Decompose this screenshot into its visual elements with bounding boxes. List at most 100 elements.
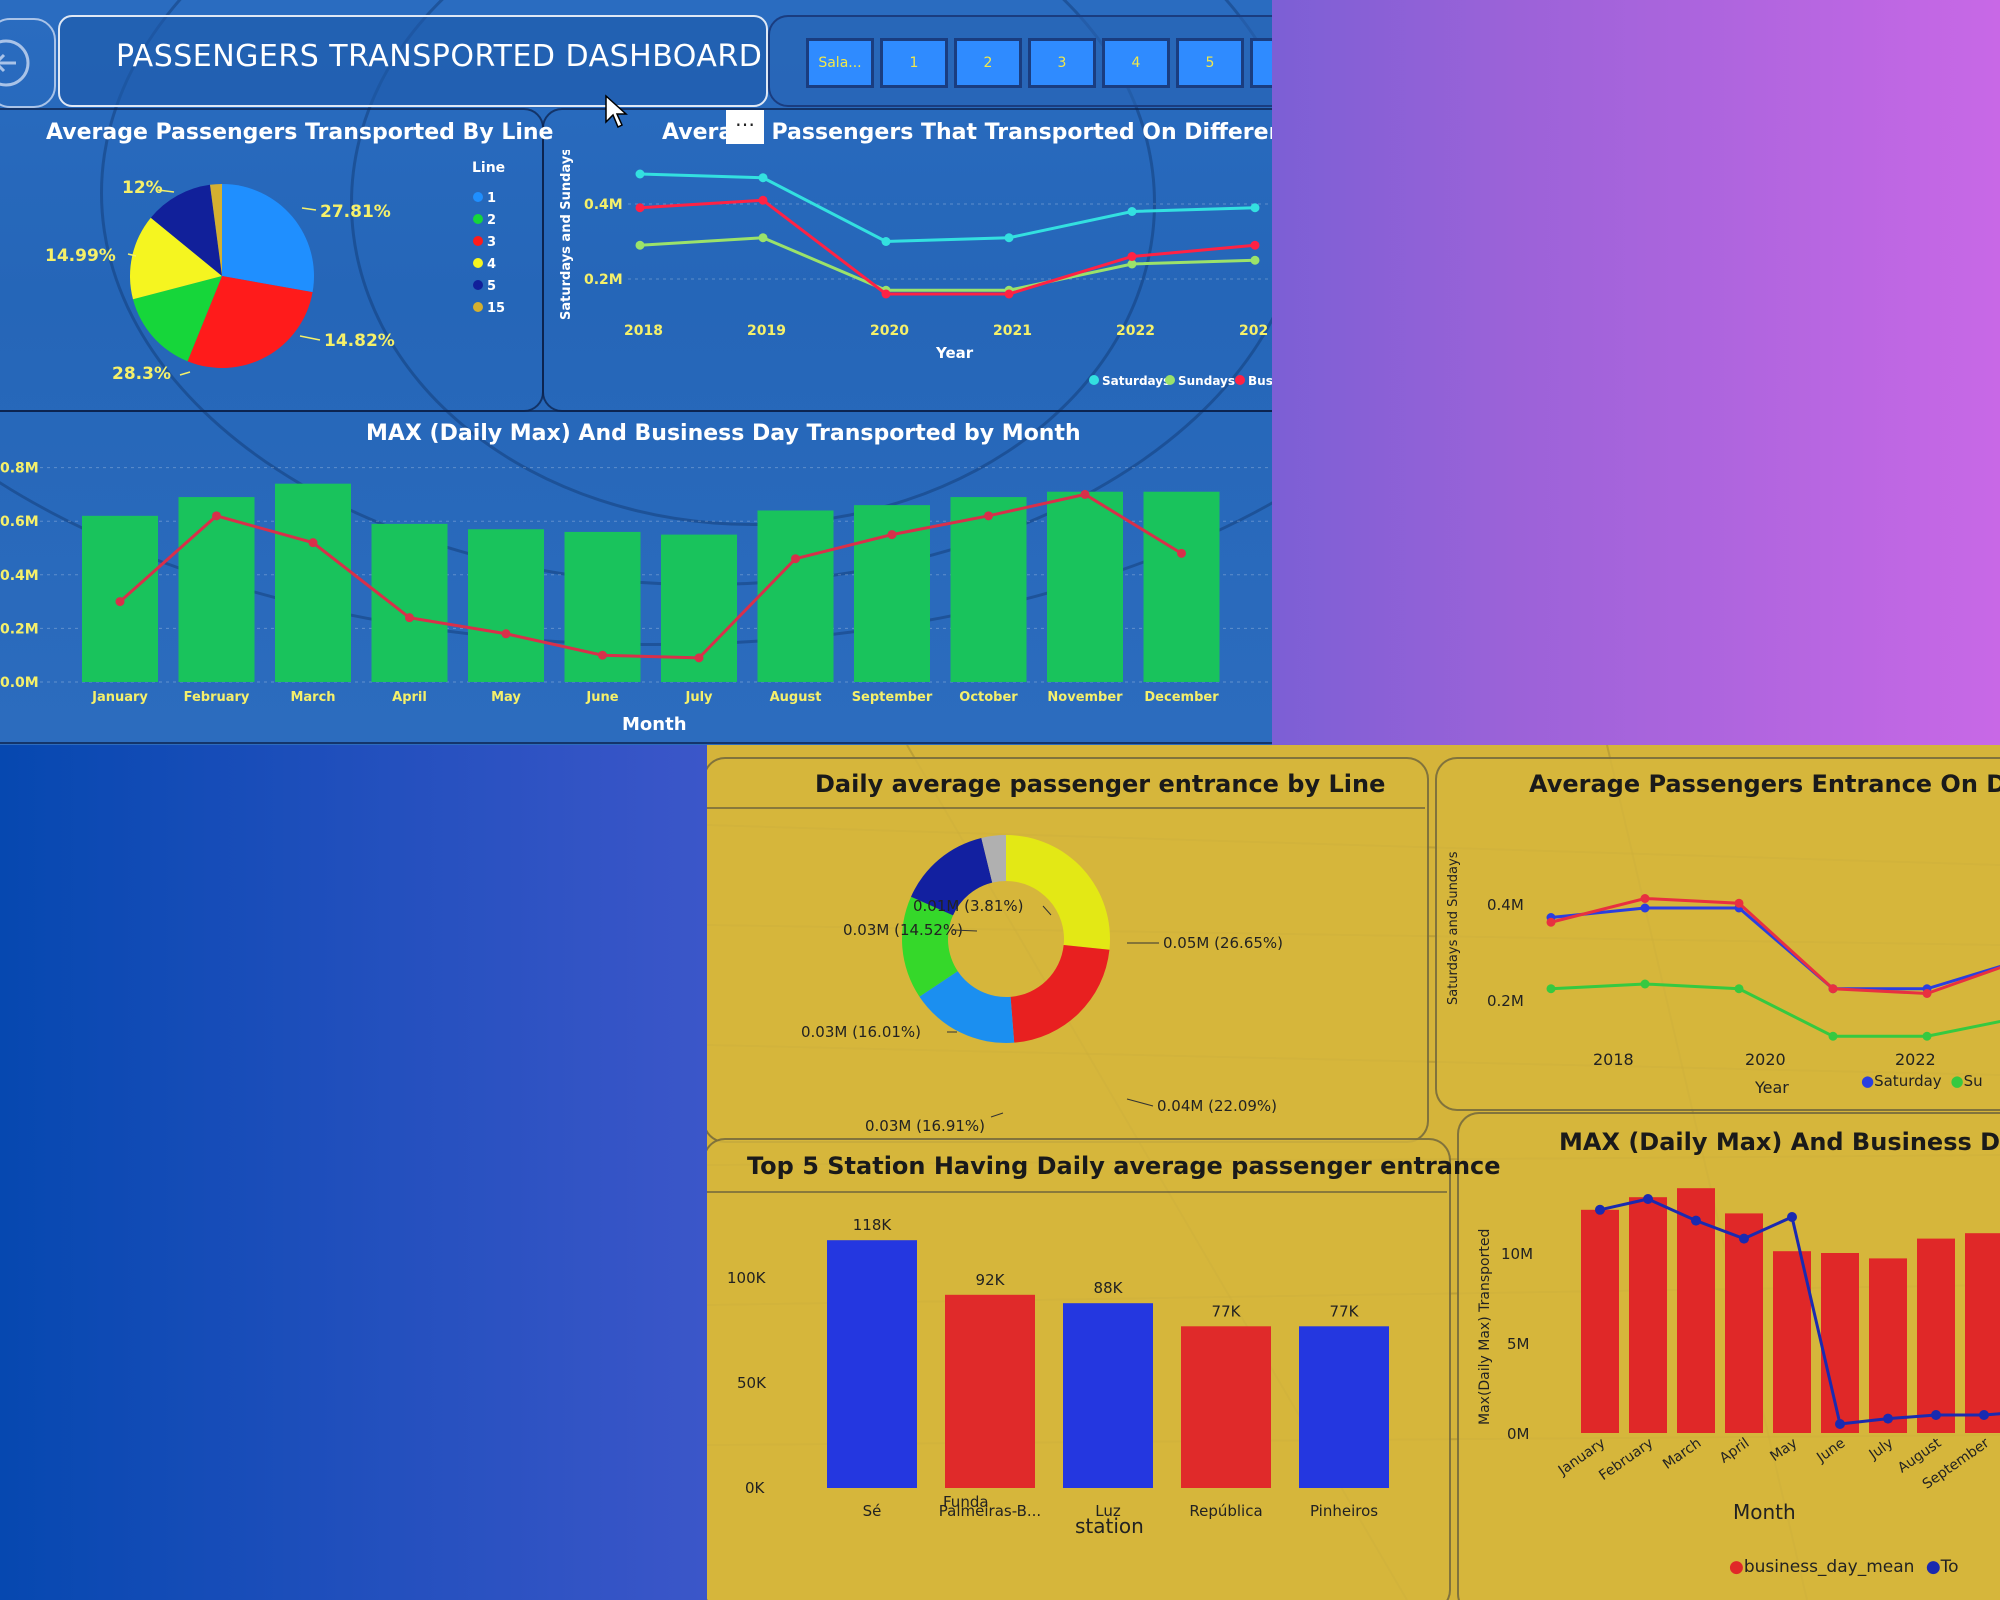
max-entrance-title: MAX (Daily Max) And Business Day Ent bbox=[1559, 1128, 2000, 1156]
pie-label-line3: 28.3% bbox=[112, 364, 171, 384]
pie-legend-marker bbox=[473, 214, 483, 224]
donut-label-3: 0.03M (16.01%) bbox=[801, 1023, 921, 1041]
month-bar-chart: 0.8M 0.6M 0.4M 0.2M 0.0M January February Marc… bbox=[0, 461, 1272, 735]
donut-title: Daily average passenger entrance by Line bbox=[815, 770, 1386, 798]
month-xtick: January bbox=[91, 690, 148, 705]
entrance-years-chart: Saturdays and Sundays 0.4M 0.2M 2018 202… bbox=[1446, 851, 2000, 1097]
max-xtick: February bbox=[1596, 1435, 1656, 1484]
series-line-saturdays bbox=[639, 172, 1256, 244]
max-xticks: JanuaryFebruary March April May June JulyAugu… bbox=[1555, 1435, 1993, 1493]
month-line-point bbox=[212, 511, 221, 521]
years-xticks: 2018 2019 2020 2021 2022 202 bbox=[624, 323, 1268, 339]
years-ytick-1: 0.2M bbox=[584, 272, 623, 288]
max-line-point bbox=[1931, 1410, 1941, 1420]
month-chart-title: MAX (Daily Max) And Business Day Transpo… bbox=[366, 421, 1081, 446]
month-line-point bbox=[501, 629, 511, 639]
top5-ytick-0: 100K bbox=[727, 1269, 767, 1287]
pie-label-line4: 14.99% bbox=[45, 246, 116, 266]
nav-button-sala[interactable]: Sala... bbox=[806, 38, 874, 88]
series-point-bus bbox=[881, 289, 891, 299]
month-bar-august bbox=[757, 510, 834, 682]
entrance-series-point bbox=[1922, 989, 1932, 998]
donut-slice-line-3 bbox=[1010, 945, 1110, 1043]
max-entrance-chart: Max(Daily Max) Transported 10M 5M 0M Jan… bbox=[1477, 1188, 2000, 1524]
back-arrow-icon[interactable] bbox=[0, 18, 56, 108]
series-point-bus bbox=[1250, 240, 1260, 250]
month-line-point bbox=[694, 653, 704, 663]
top5-xtick: Sé bbox=[863, 1502, 882, 1520]
top5-xlabel: station bbox=[1075, 1514, 1144, 1538]
pie-title: Average Passengers Transported By Line bbox=[46, 120, 554, 145]
series-point-bus bbox=[1004, 289, 1014, 299]
max-line-point bbox=[1787, 1212, 1797, 1222]
series-point-bus bbox=[758, 195, 768, 205]
nav-button-2[interactable]: 2 bbox=[954, 38, 1022, 88]
max-entrance-legend: ●business_day_mean ●To bbox=[1729, 1557, 1959, 1577]
pie-chart: 27.81% 14.82% 28.3% 14.99% 12% Line 1 2 3 4… bbox=[45, 160, 505, 384]
pie-legend: 1 2 3 4 5 15 bbox=[473, 191, 505, 316]
entrance-xtick-0: 2018 bbox=[1593, 1050, 1634, 1069]
month-xtick: June bbox=[585, 690, 618, 705]
max-bar bbox=[1917, 1238, 1955, 1433]
month-line-point bbox=[115, 597, 125, 607]
pie-label-line5: 12% bbox=[122, 178, 163, 198]
month-xtick: May bbox=[491, 690, 521, 705]
entrance-xlabel: Year bbox=[1754, 1078, 1789, 1097]
max-entrance-ylabel: Max(Daily Max) Transported bbox=[1477, 1229, 1493, 1425]
month-xtick: February bbox=[184, 690, 250, 705]
more-options-icon[interactable]: … bbox=[726, 109, 764, 144]
top5-bar-3 bbox=[1181, 1326, 1271, 1488]
max-line-point bbox=[1595, 1204, 1605, 1215]
month-ytick: 0.4M bbox=[0, 568, 39, 584]
legend-sundays-marker bbox=[1165, 375, 1175, 385]
nav-button-1[interactable]: 1 bbox=[880, 38, 948, 88]
entrance-series-line bbox=[1550, 896, 2000, 996]
nav-button-5[interactable]: 5 bbox=[1176, 38, 1244, 88]
series-point-sundays bbox=[635, 240, 645, 250]
month-line-point bbox=[308, 538, 318, 548]
month-ytick: 0.2M bbox=[0, 621, 39, 637]
max-xtick: July bbox=[1866, 1435, 1897, 1463]
entrance-years-title: Average Passengers Entrance On Differer bbox=[1529, 770, 2000, 798]
month-bar-october bbox=[950, 497, 1027, 682]
max-line-point bbox=[1883, 1413, 1893, 1424]
max-line-point bbox=[1835, 1419, 1845, 1429]
entrance-series-point bbox=[1922, 1031, 1932, 1041]
years-xtick: 2021 bbox=[993, 323, 1032, 339]
nav-button-3[interactable]: 3 bbox=[1028, 38, 1096, 88]
month-ytick: 0.8M bbox=[0, 461, 39, 477]
years-xtick: 202 bbox=[1239, 323, 1268, 339]
pie-legend-label: 15 bbox=[487, 301, 505, 316]
max-xlabel: Month bbox=[1733, 1500, 1796, 1524]
pie-label-line1: 27.81% bbox=[320, 202, 391, 222]
nav-button-4[interactable]: 4 bbox=[1102, 38, 1170, 88]
nav-button-next[interactable] bbox=[1250, 38, 1272, 88]
entrance-series bbox=[1546, 894, 2000, 1041]
legend-to: To bbox=[1940, 1557, 1959, 1577]
series-line-bus bbox=[639, 198, 1256, 296]
donut-slices bbox=[902, 835, 1110, 1043]
month-line-point bbox=[887, 530, 897, 540]
years-ytick-0: 0.4M bbox=[584, 197, 623, 213]
years-xlabel: Year bbox=[935, 344, 974, 362]
max-bar bbox=[1821, 1253, 1859, 1433]
top5-bar-chart: 100K 50K 0K 118KSé92KPalmeiras-B...88KLu… bbox=[727, 1216, 1389, 1538]
max-ytick-1: 5M bbox=[1507, 1335, 1530, 1353]
month-ytick: 0.0M bbox=[0, 675, 39, 691]
pie-legend-marker bbox=[473, 236, 483, 246]
bottom-dashboard-panel: Daily average passenger entrance by Line… bbox=[707, 745, 2000, 1600]
max-bar bbox=[1965, 1233, 2000, 1433]
max-xtick: March bbox=[1660, 1435, 1704, 1473]
max-bars bbox=[1581, 1188, 2000, 1433]
donut-label-5: 0.01M (3.81%) bbox=[913, 897, 1023, 915]
legend-saturday: Saturday bbox=[1874, 1072, 1942, 1090]
month-bar-april bbox=[371, 523, 448, 682]
mouse-cursor-icon bbox=[605, 94, 628, 129]
dashboard-title-box: PASSENGERS TRANSPORTED DASHBOARD bbox=[58, 15, 768, 107]
max-bar bbox=[1581, 1209, 1619, 1433]
top5-bar-value: 77K bbox=[1330, 1302, 1360, 1320]
top5-ytick-1: 50K bbox=[737, 1374, 767, 1392]
top5-bar-value: 118K bbox=[853, 1216, 893, 1234]
top5-bar-value: 92K bbox=[976, 1271, 1006, 1289]
entrance-series-point bbox=[1828, 984, 1838, 994]
